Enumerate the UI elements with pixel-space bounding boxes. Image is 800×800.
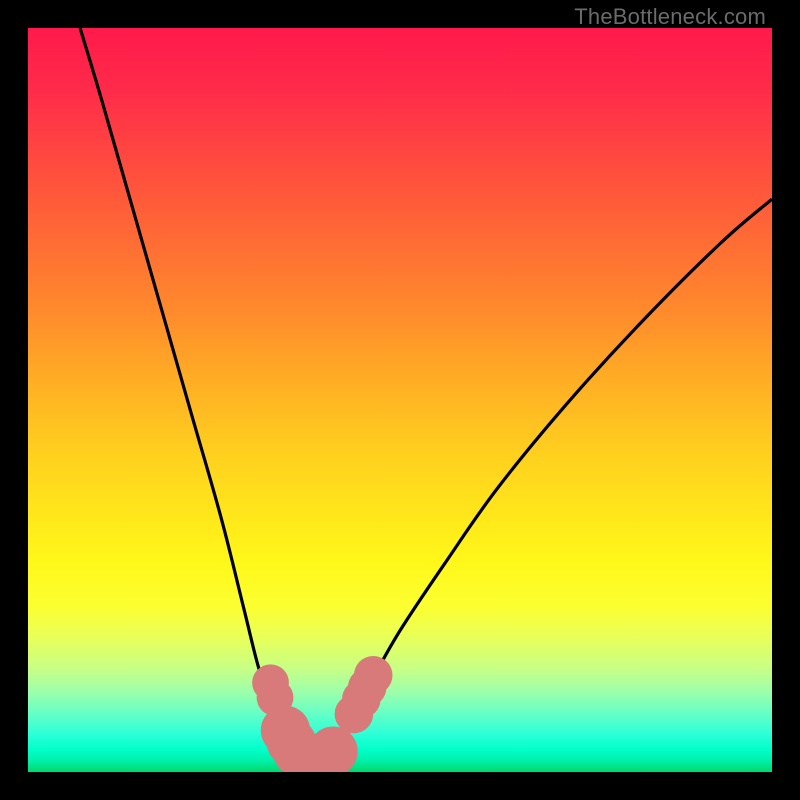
- chart-frame: TheBottleneck.com: [0, 0, 800, 800]
- plot-area: [28, 28, 772, 772]
- marker-dot: [308, 727, 357, 772]
- marker-group: [252, 656, 392, 772]
- curve-group: [80, 28, 772, 765]
- marker-dot: [354, 656, 393, 695]
- chart-svg: [28, 28, 772, 772]
- bottleneck-curve-left: [80, 28, 307, 765]
- attribution-text: TheBottleneck.com: [574, 4, 766, 30]
